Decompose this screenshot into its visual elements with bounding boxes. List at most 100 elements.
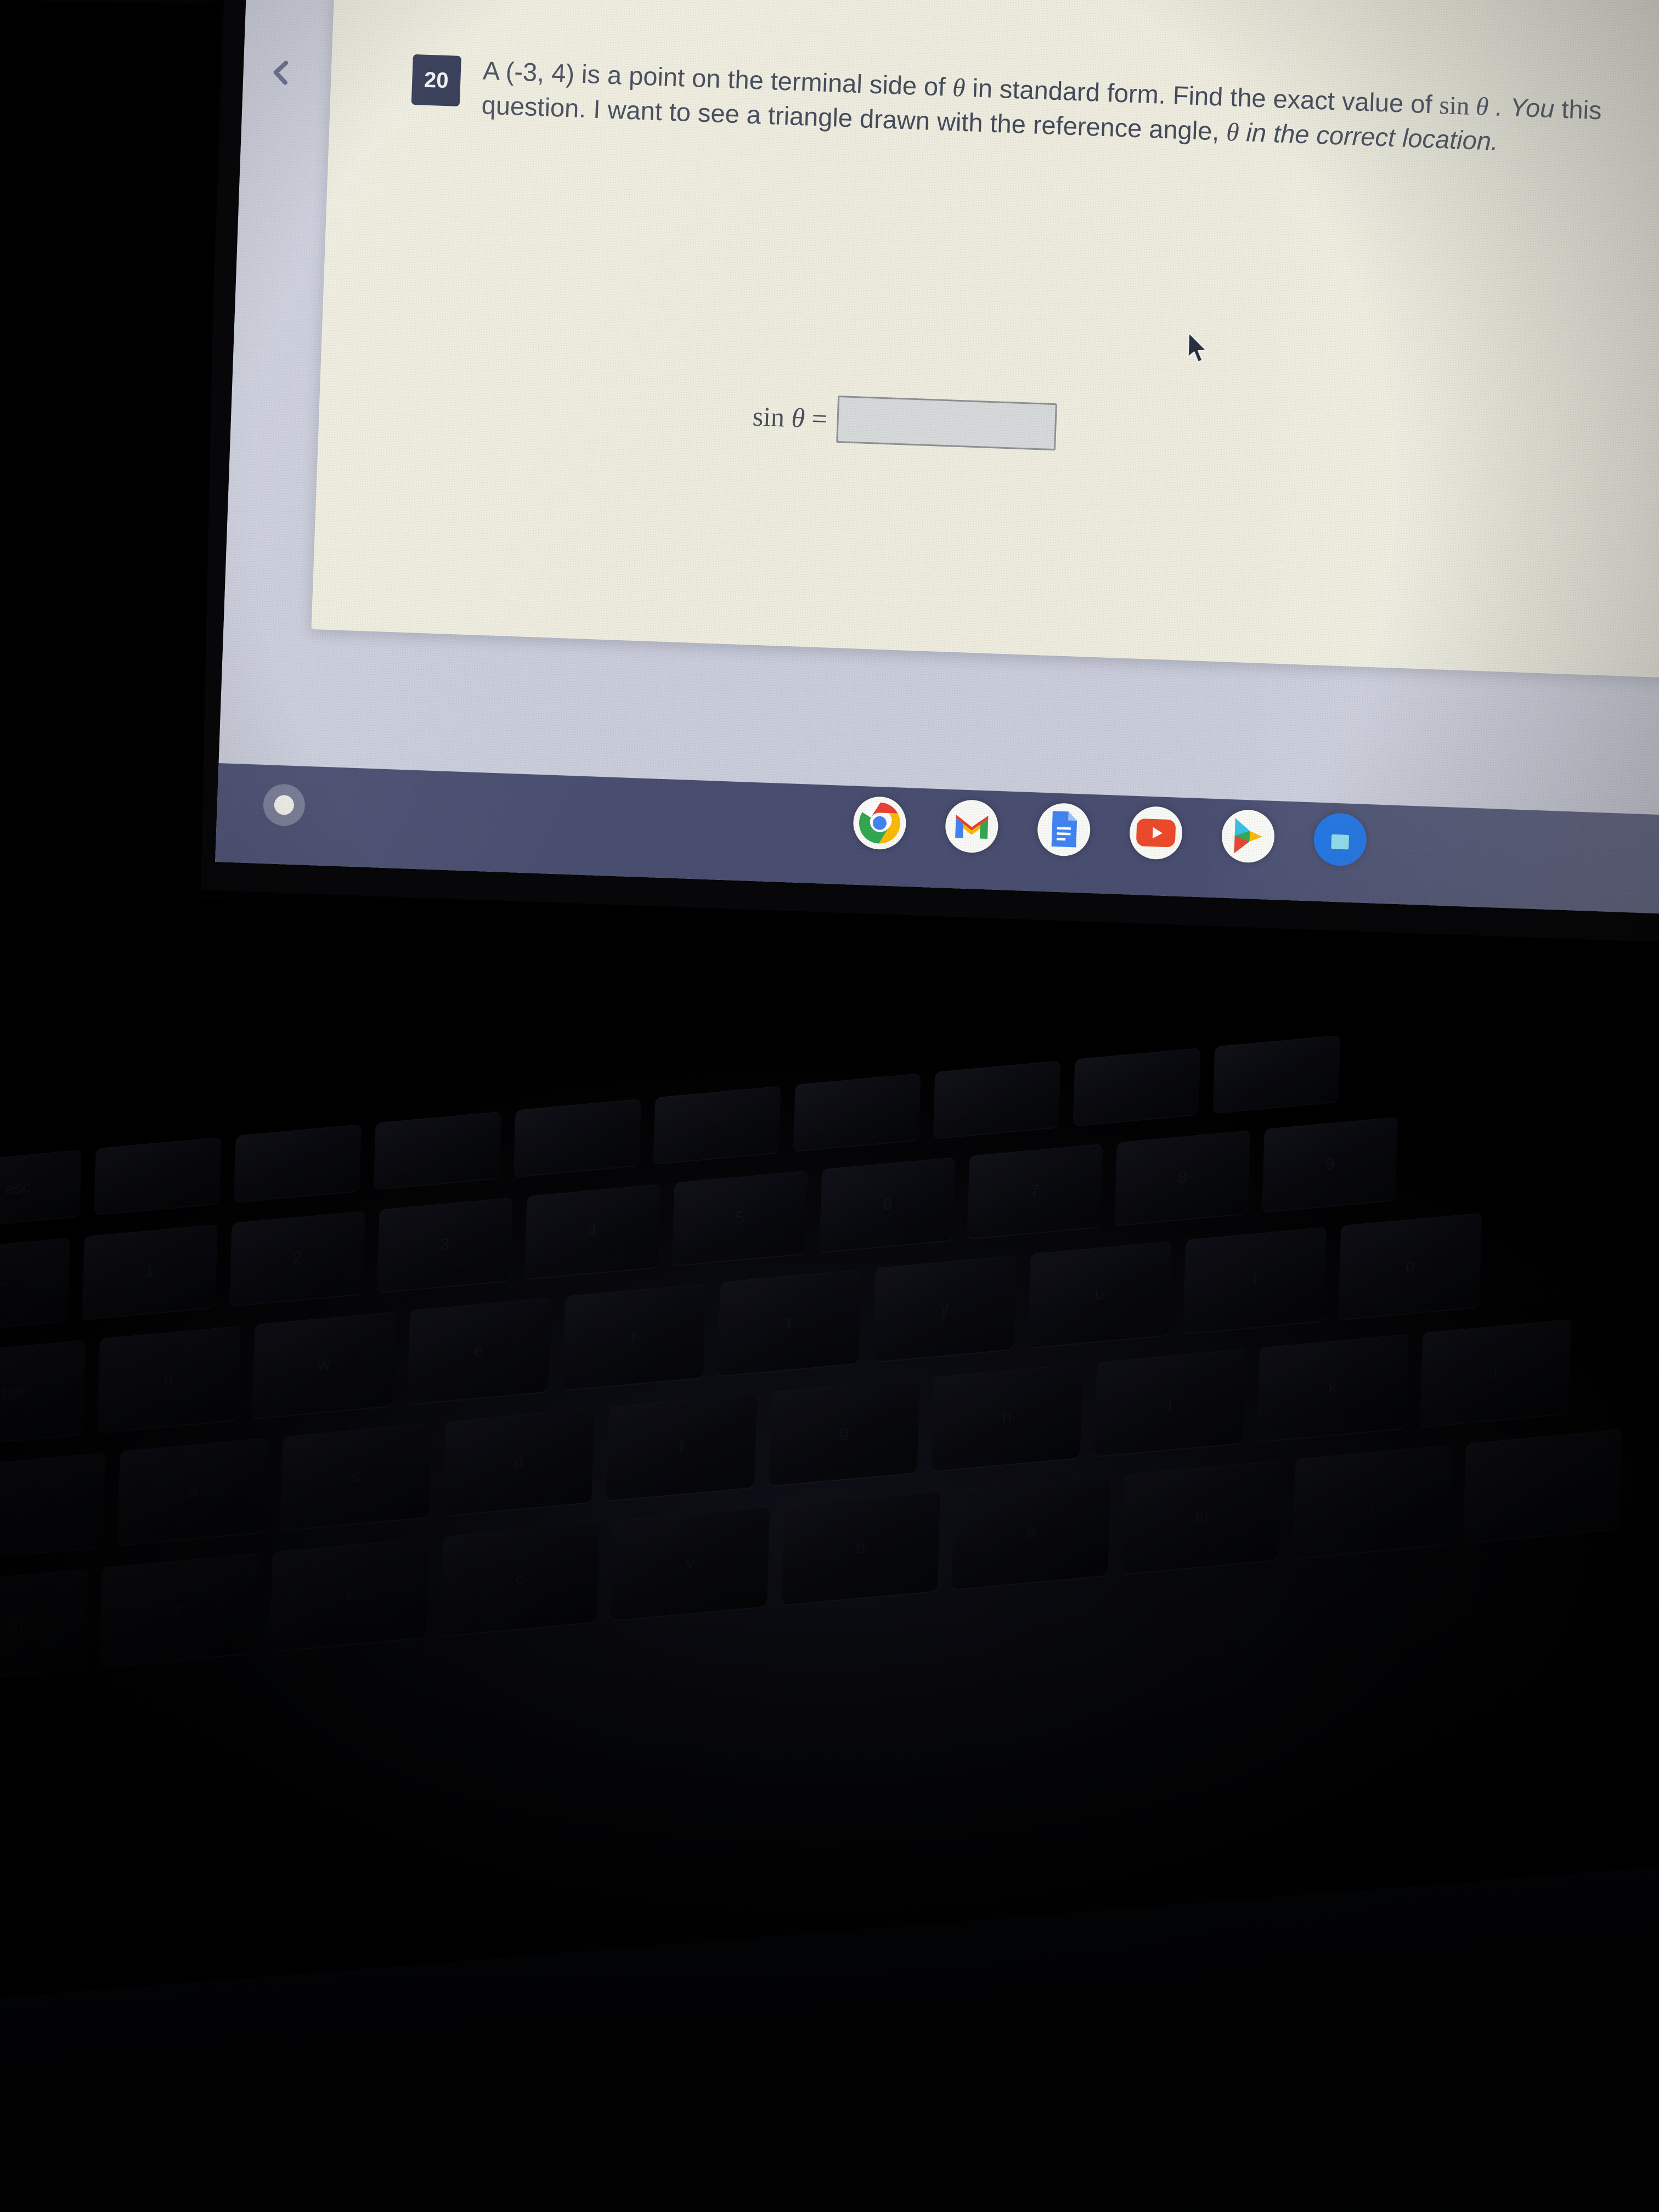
keyboard-key[interactable]: [373, 1111, 501, 1189]
key-label: s: [351, 1466, 360, 1486]
keyboard-key[interactable]: [793, 1073, 921, 1152]
key-label: 2: [292, 1248, 302, 1268]
keyboard-key[interactable]: o: [1338, 1212, 1482, 1320]
sin-symbol: sin: [1438, 91, 1470, 121]
keyboard-key[interactable]: k: [1257, 1334, 1409, 1442]
shelf-app-list: [852, 795, 1368, 867]
key-label: 5: [735, 1208, 745, 1228]
keyboard-key[interactable]: .: [1463, 1429, 1623, 1543]
keyboard-key[interactable]: m: [1122, 1460, 1282, 1574]
key-label: ,: [1369, 1492, 1375, 1511]
keyboard-key[interactable]: a: [117, 1437, 269, 1545]
left-black-gutter: [0, 0, 219, 948]
key-label: f: [679, 1437, 684, 1457]
keyboard-key[interactable]: d: [443, 1408, 595, 1516]
keyboard-key[interactable]: [233, 1124, 362, 1202]
keyboard-key[interactable]: [1073, 1047, 1201, 1126]
key-label: d: [514, 1452, 524, 1471]
key-label: [375, 1144, 500, 1156]
keyboard[interactable]: esc ~1 2 3 4 5 6 7 8 9 tab q w e r t y u i o a s d f g h j k l shift z…: [0, 999, 1659, 1992]
theta-symbol-1: θ: [952, 74, 966, 103]
keyboard-key[interactable]: w: [252, 1311, 396, 1419]
keyboard-key[interactable]: y: [872, 1255, 1017, 1362]
key-label: u: [1094, 1284, 1105, 1304]
key-label: 7: [1030, 1181, 1040, 1201]
keyboard-key[interactable]: f: [605, 1393, 758, 1501]
keyboard-key[interactable]: s: [280, 1423, 432, 1531]
question-row: 20 A (-3, 4) is a point on the terminal …: [411, 51, 1659, 167]
keyboard-key[interactable]: 6: [819, 1157, 956, 1252]
chevron-left-icon[interactable]: [267, 58, 297, 87]
keyboard-key[interactable]: 2: [229, 1211, 365, 1306]
keyboard-key[interactable]: [513, 1098, 641, 1177]
keyboard-key[interactable]: 8: [1114, 1130, 1251, 1226]
key-label: z: [174, 1600, 184, 1620]
mouse-pointer-icon: [1186, 331, 1212, 366]
keyboard-key[interactable]: [93, 1137, 222, 1215]
files-icon[interactable]: [1313, 812, 1368, 867]
key-label: x: [345, 1584, 354, 1604]
question-card: PLAY STOP 20 A (-3, 4) is a point on the…: [311, 0, 1659, 680]
question-number-badge: 20: [411, 54, 461, 106]
keyboard-key[interactable]: ~: [0, 1238, 70, 1333]
screen: E Question 20/20 PLAY: [215, 0, 1659, 915]
keyboard-key[interactable]: b: [781, 1491, 941, 1605]
laptop-deck: esc ~1 2 3 4 5 6 7 8 9 tab q w e r t y u i o a s d f g h j k l shift z…: [0, 900, 1659, 2212]
keyboard-key[interactable]: u: [1028, 1241, 1172, 1348]
key-label: [1214, 1068, 1339, 1080]
google-docs-icon[interactable]: [1036, 802, 1091, 857]
keyboard-key[interactable]: h: [931, 1363, 1083, 1471]
keyboard-key[interactable]: ,: [1292, 1444, 1452, 1559]
key-label: r: [631, 1327, 637, 1346]
keyboard-key[interactable]: [933, 1060, 1061, 1138]
keyboard-key[interactable]: t: [717, 1269, 862, 1376]
play-store-icon[interactable]: [1221, 809, 1276, 864]
answer-label-equals: =: [804, 402, 828, 435]
answer-row: sin θ =: [752, 392, 1058, 451]
keyboard-key[interactable]: j: [1094, 1348, 1246, 1457]
key-label: i: [1252, 1271, 1257, 1290]
keyboard-key[interactable]: c: [440, 1522, 600, 1636]
keyboard-key[interactable]: i: [1183, 1227, 1327, 1334]
key-label: 6: [882, 1194, 893, 1214]
keyboard-key[interactable]: 7: [967, 1143, 1103, 1239]
keyboard-key[interactable]: 5: [672, 1170, 808, 1266]
keyboard-key[interactable]: 4: [524, 1184, 661, 1279]
keyboard-key[interactable]: 9: [1262, 1116, 1398, 1212]
keyboard-key[interactable]: z: [99, 1553, 259, 1667]
keyboard-key[interactable]: tab: [0, 1340, 86, 1447]
keyboard-key[interactable]: e: [407, 1297, 551, 1404]
key-label: g: [839, 1422, 849, 1442]
keyboard-key[interactable]: g: [768, 1378, 920, 1486]
keyboard-key[interactable]: esc: [0, 1149, 82, 1228]
youtube-icon[interactable]: [1128, 805, 1183, 860]
chrome-icon[interactable]: [852, 795, 907, 850]
key-label: ~: [0, 1275, 8, 1295]
keyboard-key[interactable]: [1212, 1035, 1341, 1113]
answer-label-theta: θ: [791, 402, 806, 433]
keyboard-key[interactable]: v: [610, 1506, 770, 1621]
gmail-icon[interactable]: [944, 799, 999, 854]
keyboard-key[interactable]: shift: [0, 1568, 88, 1683]
key-label: esc: [4, 1178, 31, 1199]
keyboard-key[interactable]: r: [562, 1283, 707, 1390]
keyboard-key[interactable]: [0, 1452, 106, 1560]
keyboard-key[interactable]: [653, 1086, 781, 1164]
key-label: [515, 1132, 640, 1143]
key-label: h: [1002, 1407, 1012, 1427]
keyboard-key[interactable]: q: [97, 1325, 241, 1433]
key-label: [0, 1499, 104, 1513]
keyboard-key[interactable]: l: [1419, 1319, 1572, 1427]
key-label: n: [1026, 1522, 1036, 1542]
question-text-part-3: . You: [1488, 92, 1555, 123]
launcher-circle-icon[interactable]: [262, 783, 306, 827]
answer-label-sin: sin: [752, 400, 786, 433]
sin-theta-answer-input[interactable]: [836, 395, 1058, 451]
key-label: [1074, 1081, 1200, 1092]
key-label: tab: [2, 1383, 26, 1403]
key-label: k: [1328, 1378, 1338, 1397]
keyboard-key[interactable]: x: [269, 1538, 430, 1652]
keyboard-key[interactable]: 1: [82, 1224, 218, 1319]
keyboard-key[interactable]: n: [951, 1475, 1111, 1590]
keyboard-key[interactable]: 3: [376, 1197, 513, 1293]
